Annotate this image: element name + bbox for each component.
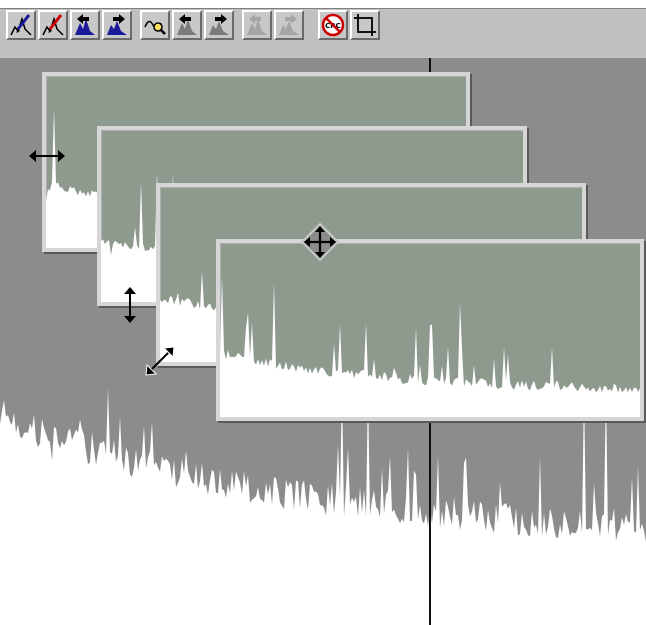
- pencil-peak-red-button[interactable]: [38, 10, 68, 40]
- peak-left-2-button[interactable]: [172, 10, 202, 40]
- no-crc-button[interactable]: CRC: [318, 10, 348, 40]
- resize-vertical-icon: [124, 287, 136, 323]
- zoom-panel-4[interactable]: [216, 239, 644, 421]
- crop-icon: [354, 14, 376, 36]
- pencil-peak-red-icon: [42, 14, 64, 36]
- peak-left-disabled-button[interactable]: [242, 10, 272, 40]
- resize-horizontal-icon: [29, 150, 65, 162]
- pencil-peak-button[interactable]: [6, 10, 36, 40]
- peak-left-button[interactable]: [70, 10, 100, 40]
- resize-diagonal-icon: [145, 346, 175, 376]
- wave-magnify-button[interactable]: [140, 10, 170, 40]
- peak-arrow-left-icon: [75, 14, 95, 35]
- crop-button[interactable]: [350, 10, 380, 40]
- no-crc-icon: CRC: [321, 13, 345, 37]
- toolbar: CRC: [0, 0, 646, 59]
- peak-arrow-right-icon: [209, 14, 229, 35]
- peak-right-2-button[interactable]: [204, 10, 234, 40]
- peak-arrow-right-icon: [279, 14, 299, 35]
- peak-arrow-right-icon: [107, 14, 127, 35]
- peak-arrow-left-icon: [177, 14, 197, 35]
- pencil-peak-icon: [10, 14, 32, 36]
- peak-arrow-left-icon: [247, 14, 267, 35]
- peak-right-button[interactable]: [102, 10, 132, 40]
- move-icon: [300, 222, 340, 262]
- spectrum-view[interactable]: [0, 58, 646, 625]
- zoom-panel-4-trace: [220, 276, 640, 417]
- peak-right-disabled-button[interactable]: [274, 10, 304, 40]
- wave-magnify-icon: [144, 20, 166, 35]
